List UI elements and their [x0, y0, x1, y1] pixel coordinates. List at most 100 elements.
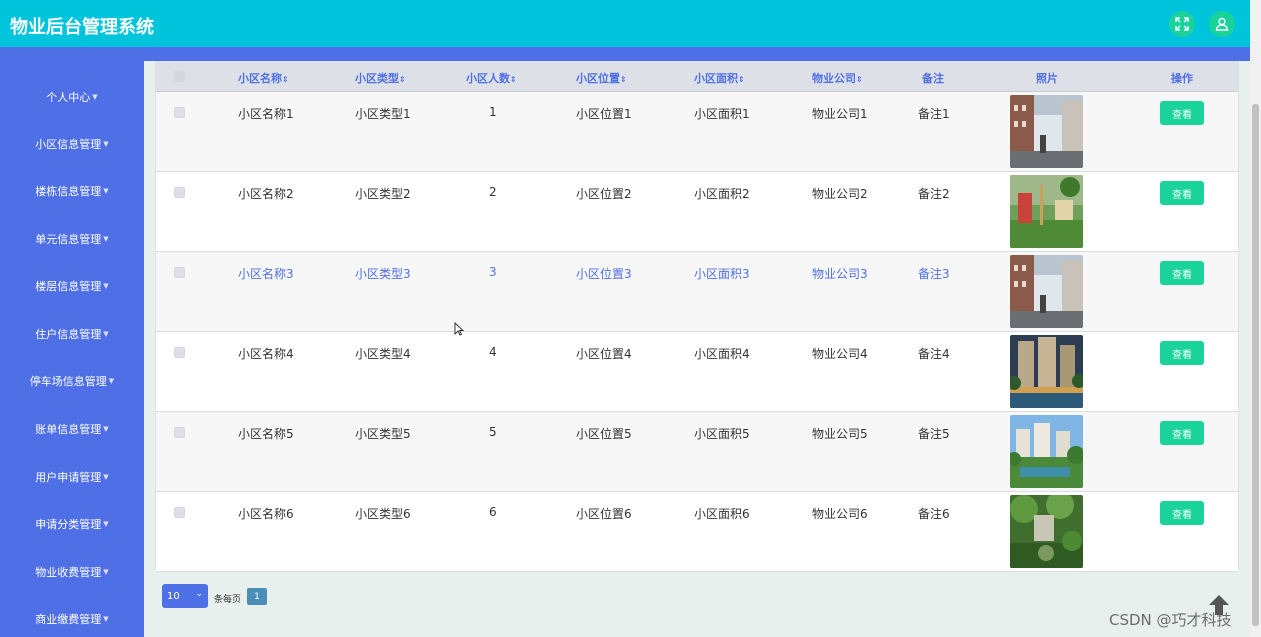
- chevron-down-icon: ▼: [103, 282, 109, 290]
- sidebar-item-building[interactable]: 楼栋信息管理 ▼: [0, 181, 144, 201]
- sort-icon[interactable]: ⇕: [510, 75, 517, 84]
- cell-area: 小区面积1: [694, 107, 750, 121]
- vertical-scrollbar[interactable]: [1250, 0, 1261, 637]
- chevron-down-icon: ⌄: [195, 589, 203, 599]
- chevron-down-icon: ▼: [103, 520, 109, 528]
- chevron-down-icon: ▼: [103, 235, 109, 243]
- view-button[interactable]: 查看: [1160, 101, 1204, 125]
- chevron-down-icon: ▼: [103, 425, 109, 433]
- cell-company: 物业公司5: [812, 427, 868, 441]
- view-button[interactable]: 查看: [1160, 261, 1204, 285]
- cell-location: 小区位置2: [576, 187, 632, 201]
- column-header-type[interactable]: 小区类型⇕: [355, 70, 406, 86]
- column-header-label: 小区名称: [238, 72, 282, 85]
- page-size-value: 10: [167, 590, 180, 602]
- sidebar-item-label: 商业缴费管理: [35, 613, 102, 626]
- cell-area: 小区面积5: [694, 427, 750, 441]
- chevron-down-icon: ▼: [103, 568, 109, 576]
- column-header-area[interactable]: 小区面积⇕: [694, 70, 745, 86]
- community-photo[interactable]: [1010, 335, 1083, 408]
- row-checkbox[interactable]: [174, 267, 185, 278]
- cell-location: 小区位置3: [576, 267, 632, 281]
- row-checkbox[interactable]: [174, 187, 185, 198]
- cell-type: 小区类型4: [355, 347, 411, 361]
- cell-type: 小区类型3: [355, 267, 411, 281]
- cell-area: 小区面积4: [694, 347, 750, 361]
- cell-type: 小区类型1: [355, 107, 411, 121]
- cell-company: 物业公司2: [812, 187, 868, 201]
- sidebar-item-resident[interactable]: 住户信息管理 ▼: [0, 324, 144, 344]
- sidebar-item-label: 楼栋信息管理: [35, 185, 102, 198]
- sidebar-item-property-fee[interactable]: 物业收费管理 ▼: [0, 562, 144, 582]
- cell-location: 小区位置5: [576, 427, 632, 441]
- table-row[interactable]: 小区名称5 小区类型5 5 小区位置5 小区面积5 物业公司5 备注5 查看: [156, 412, 1238, 492]
- sidebar-item-unit[interactable]: 单元信息管理 ▼: [0, 229, 144, 249]
- view-button[interactable]: 查看: [1160, 501, 1204, 525]
- expand-icon[interactable]: [1169, 11, 1195, 37]
- view-button[interactable]: 查看: [1160, 181, 1204, 205]
- view-button[interactable]: 查看: [1160, 341, 1204, 365]
- sidebar-item-parking[interactable]: 停车场信息管理 ▼: [0, 371, 144, 391]
- community-photo[interactable]: [1010, 495, 1083, 568]
- sidebar-item-user-application[interactable]: 用户申请管理 ▼: [0, 467, 144, 487]
- cell-name: 小区名称2: [238, 187, 294, 201]
- table-row[interactable]: 小区名称4 小区类型4 4 小区位置4 小区面积4 物业公司4 备注4 查看: [156, 332, 1238, 412]
- sort-icon[interactable]: ⇕: [282, 75, 289, 84]
- community-photo[interactable]: [1010, 95, 1083, 168]
- cell-remark: 备注5: [918, 427, 950, 441]
- sort-icon[interactable]: ⇕: [738, 75, 745, 84]
- column-header-name[interactable]: 小区名称⇕: [238, 70, 289, 86]
- page-number-button[interactable]: 1: [247, 588, 267, 605]
- row-checkbox[interactable]: [174, 507, 185, 518]
- cell-remark: 备注3: [918, 267, 950, 281]
- column-header-action: 操作: [1171, 72, 1193, 85]
- page-size-select[interactable]: 10 ⌄: [162, 584, 208, 608]
- cell-location: 小区位置1: [576, 107, 632, 121]
- mouse-cursor-icon: [454, 321, 465, 336]
- sort-icon[interactable]: ⇕: [399, 75, 406, 84]
- community-table: 小区名称⇕ 小区类型⇕ 小区人数⇕ 小区位置⇕ 小区面积⇕ 物业公司⇕ 备注 照…: [155, 61, 1239, 572]
- user-icon[interactable]: [1209, 11, 1235, 37]
- sidebar-item-application-category[interactable]: 申请分类管理 ▼: [0, 514, 144, 534]
- cell-company: 物业公司6: [812, 507, 868, 521]
- column-header-label: 小区面积: [694, 72, 738, 85]
- chevron-down-icon: ▼: [103, 615, 109, 623]
- sidebar-item-floor[interactable]: 楼层信息管理 ▼: [0, 276, 144, 296]
- column-header-location[interactable]: 小区位置⇕: [576, 70, 627, 86]
- cell-people: 1: [489, 105, 497, 119]
- table-row[interactable]: 小区名称2 小区类型2 2 小区位置2 小区面积2 物业公司2 备注2 查看: [156, 172, 1238, 252]
- table-row[interactable]: 小区名称1 小区类型1 1 小区位置1 小区面积1 物业公司1 备注1 查看: [156, 92, 1238, 172]
- row-checkbox[interactable]: [174, 107, 185, 118]
- cell-name: 小区名称4: [238, 347, 294, 361]
- community-photo[interactable]: [1010, 175, 1083, 248]
- cell-name: 小区名称3: [238, 267, 294, 281]
- watermark: CSDN @巧才科技: [1109, 611, 1232, 629]
- cell-name: 小区名称1: [238, 107, 294, 121]
- chevron-down-icon: ▼: [103, 140, 109, 148]
- column-header-label: 小区类型: [355, 72, 399, 85]
- sidebar-item-personal-center[interactable]: 个人中心 ▼: [0, 87, 144, 107]
- sort-icon[interactable]: ⇕: [620, 75, 627, 84]
- select-all-checkbox[interactable]: [174, 71, 185, 82]
- header-underbar: [0, 47, 1250, 61]
- scrollbar-thumb[interactable]: [1252, 104, 1259, 626]
- column-header-company[interactable]: 物业公司⇕: [812, 70, 863, 86]
- cell-location: 小区位置4: [576, 347, 632, 361]
- top-header: 物业后台管理系统: [0, 0, 1250, 47]
- column-header-people[interactable]: 小区人数⇕: [466, 70, 517, 86]
- app-title: 物业后台管理系统: [10, 17, 154, 38]
- table-header: 小区名称⇕ 小区类型⇕ 小区人数⇕ 小区位置⇕ 小区面积⇕ 物业公司⇕ 备注 照…: [156, 62, 1238, 92]
- community-photo[interactable]: [1010, 415, 1083, 488]
- view-button[interactable]: 查看: [1160, 421, 1204, 445]
- sidebar-item-label: 小区信息管理: [35, 138, 102, 151]
- row-checkbox[interactable]: [174, 427, 185, 438]
- community-photo[interactable]: [1010, 255, 1083, 328]
- row-checkbox[interactable]: [174, 347, 185, 358]
- table-row[interactable]: 小区名称6 小区类型6 6 小区位置6 小区面积6 物业公司6 备注6 查看: [156, 492, 1238, 572]
- sidebar-item-label: 停车场信息管理: [29, 375, 107, 388]
- table-row[interactable]: 小区名称3 小区类型3 3 小区位置3 小区面积3 物业公司3 备注3 查看: [156, 252, 1238, 332]
- sidebar-item-bill[interactable]: 账单信息管理 ▼: [0, 419, 144, 439]
- sort-icon[interactable]: ⇕: [856, 75, 863, 84]
- sidebar-item-commercial-payment[interactable]: 商业缴费管理 ▼: [0, 609, 144, 629]
- sidebar-item-community[interactable]: 小区信息管理 ▼: [0, 134, 144, 154]
